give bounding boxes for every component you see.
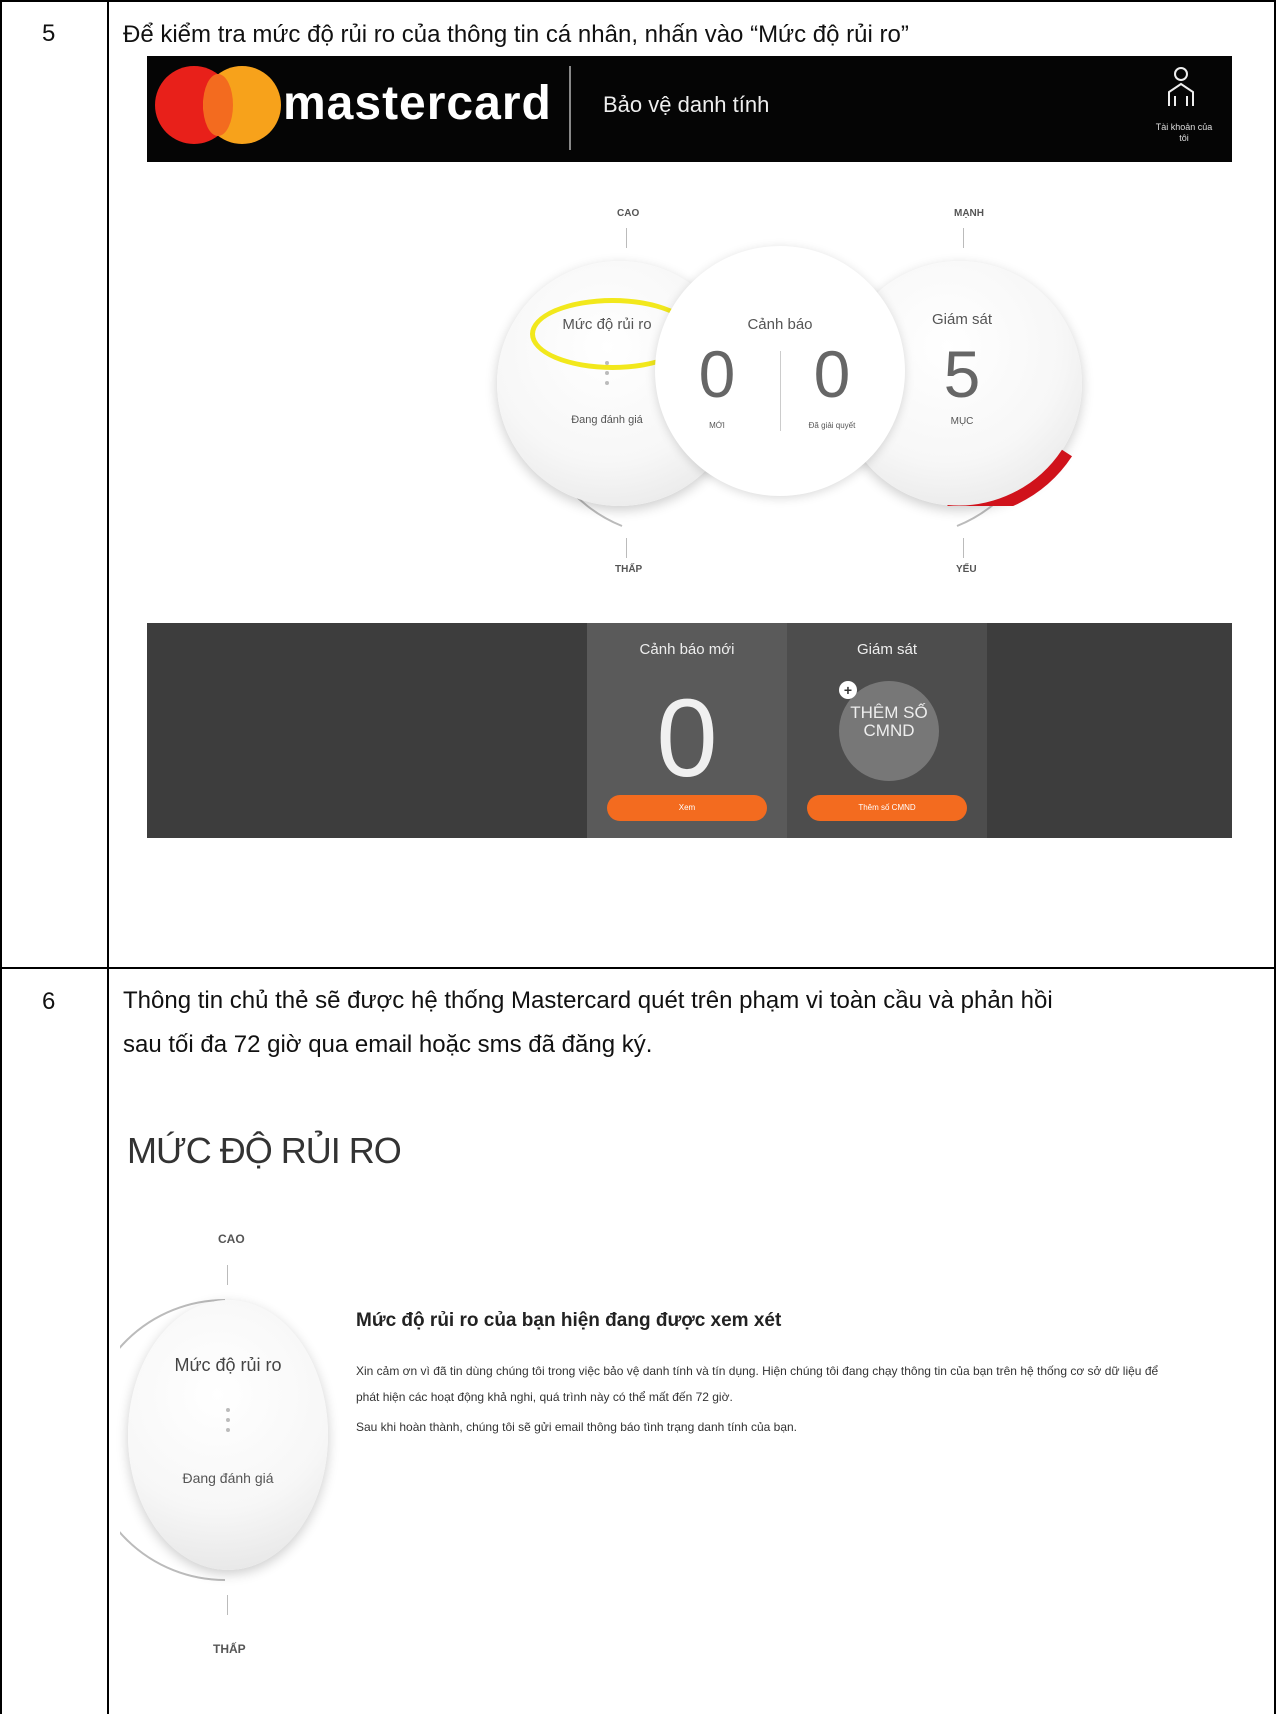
alerts-resolved-label: Đã giải quyết bbox=[808, 421, 856, 430]
risk-scale-high: CAO bbox=[218, 1232, 245, 1246]
risk-circle-status: Đang đánh giá bbox=[182, 1470, 274, 1486]
risk-paragraph-2: Sau khi hoàn thành, chúng tôi sẽ gửi ema… bbox=[356, 1420, 798, 1434]
risk-circle-title: Mức độ rủi ro bbox=[174, 1355, 282, 1375]
add-id-text-line1: THÊM SỐ bbox=[850, 703, 928, 722]
add-id-text-line2: CMND bbox=[863, 721, 915, 740]
monitor-title: Giám sát bbox=[931, 311, 992, 328]
risk-scale-low: THẤP bbox=[213, 1642, 246, 1656]
alerts-resolved-count: 0 bbox=[813, 337, 851, 411]
alerts-new-label: MỚI bbox=[709, 421, 725, 430]
row-divider bbox=[0, 967, 1276, 969]
alerts-title: Cảnh báo bbox=[747, 316, 813, 333]
progress-dots bbox=[226, 1408, 230, 1438]
new-alerts-count: 0 bbox=[656, 677, 718, 800]
monitor-count: 5 bbox=[943, 337, 981, 411]
column-divider bbox=[107, 0, 109, 1714]
add-icon[interactable]: + bbox=[839, 681, 857, 699]
step-number: 5 bbox=[42, 20, 56, 47]
scale-tick bbox=[227, 1265, 228, 1285]
risk-page-title: MỨC ĐỘ RỦI RO bbox=[127, 1130, 402, 1171]
alerts-new-count: 0 bbox=[698, 337, 736, 411]
risk-status-heading: Mức độ rủi ro của bạn hiện đang được xem… bbox=[356, 1310, 782, 1331]
monitor-card-title: Giám sát bbox=[856, 641, 917, 658]
risk-paragraph-line2: phát hiện các hoạt động khả nghi, quá tr… bbox=[356, 1390, 733, 1404]
step-instruction: Để kiểm tra mức độ rủi ro của thông tin … bbox=[123, 21, 909, 48]
new-alerts-title: Cảnh báo mới bbox=[639, 641, 735, 658]
new-alerts-card: Cảnh báo mới 0 Xem bbox=[587, 623, 787, 838]
progress-dots bbox=[605, 361, 609, 391]
view-alerts-button[interactable]: Xem bbox=[607, 795, 767, 821]
monitor-card: Giám sát + THÊM SỐ CMND Thêm số CMND bbox=[787, 623, 987, 838]
dashboard-screenshot: mastercard Bảo vệ danh tính Tài khoản củ… bbox=[147, 56, 1232, 916]
alerts-divider bbox=[780, 351, 781, 431]
instruction-table: 5 Để kiểm tra mức độ rủi ro của thông ti… bbox=[0, 0, 1276, 1714]
step-instruction-line1: Thông tin chủ thẻ sẽ được hệ thống Maste… bbox=[123, 987, 1053, 1014]
monitor-unit: MỤC bbox=[950, 416, 974, 427]
table-left-border bbox=[0, 0, 2, 1714]
add-id-button[interactable]: Thêm số CMND bbox=[807, 795, 967, 821]
summary-panel: Cảnh báo mới 0 Xem Giám sát + THÊM SỐ CM… bbox=[147, 623, 1232, 838]
scale-tick bbox=[227, 1595, 228, 1615]
table-top-border bbox=[0, 0, 1276, 2]
risk-paragraph-line1: Xin cảm ơn vì đã tin dùng chúng tôi tron… bbox=[356, 1364, 1159, 1378]
step-instruction-line2: sau tối đa 72 giờ qua email hoặc sms đã … bbox=[123, 1031, 653, 1058]
step-number: 6 bbox=[42, 988, 56, 1015]
